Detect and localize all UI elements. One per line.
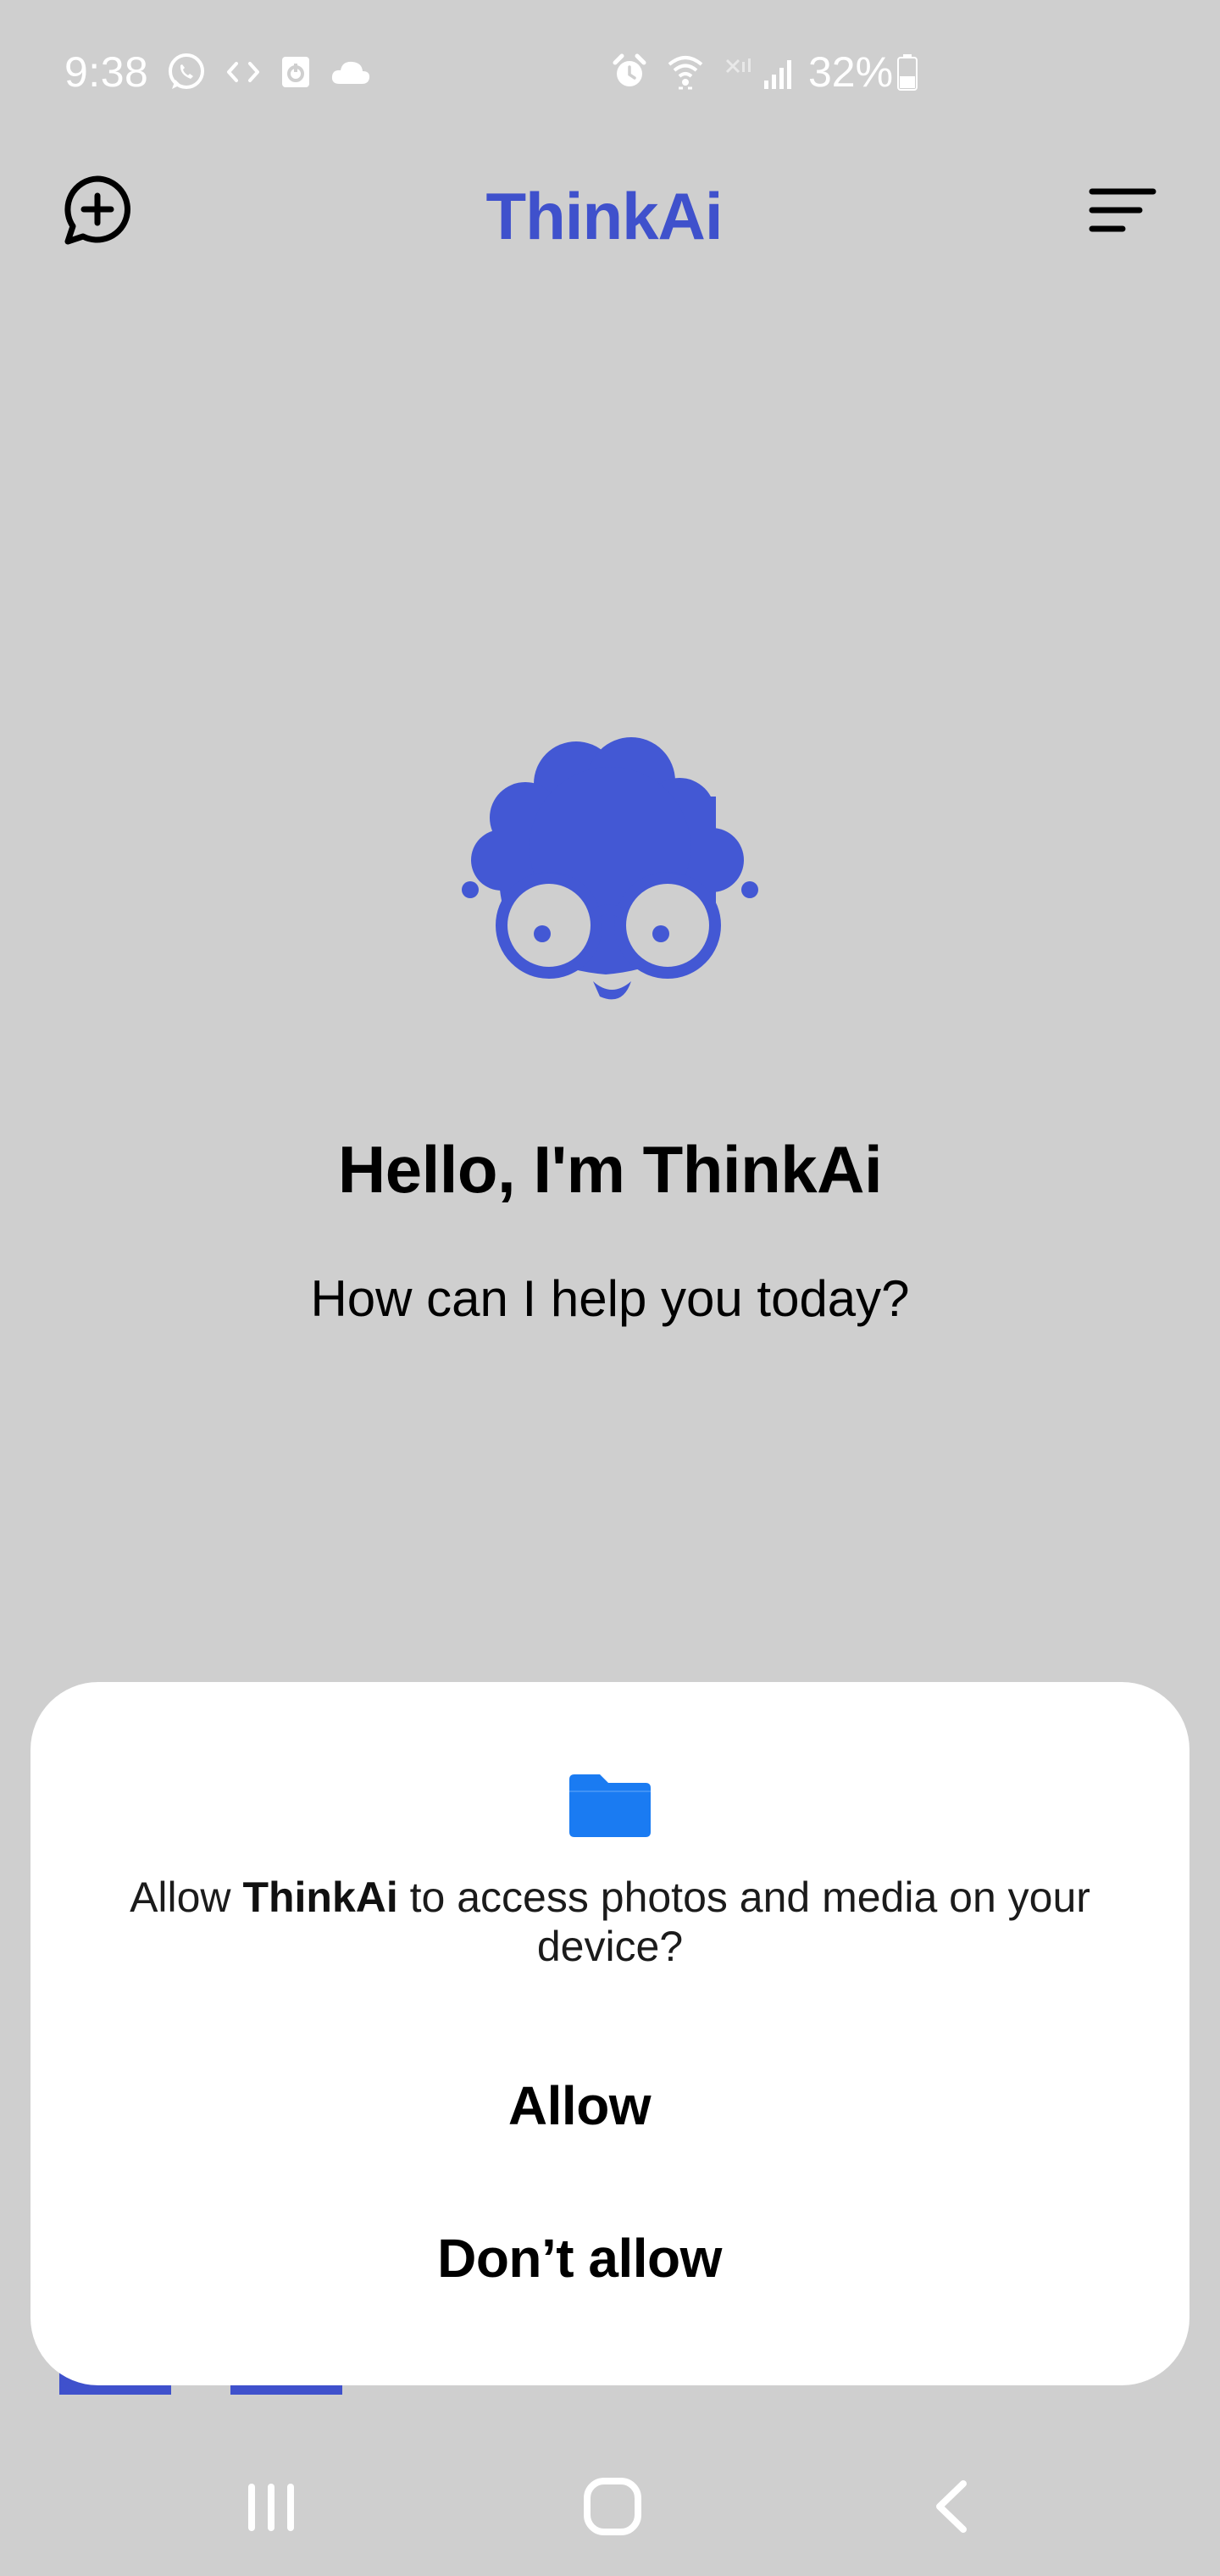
allow-button[interactable]: Allow bbox=[156, 2042, 1003, 2169]
recents-button[interactable] bbox=[220, 2466, 322, 2551]
mobile-data-off-icon bbox=[722, 55, 756, 89]
menu-icon bbox=[1089, 185, 1156, 240]
app-header: ThinkAi bbox=[0, 161, 1220, 263]
app-notification-icon bbox=[279, 53, 313, 91]
back-icon bbox=[928, 2477, 979, 2540]
menu-button[interactable] bbox=[1084, 182, 1161, 242]
dialog-message-suffix: to access photos and media on your devic… bbox=[397, 1874, 1090, 1970]
status-bar-left: 9:38 bbox=[64, 42, 372, 102]
thinkai-mascot-logo bbox=[458, 737, 762, 1017]
alarm-icon bbox=[610, 53, 649, 92]
code-icon bbox=[225, 55, 262, 89]
home-button[interactable] bbox=[562, 2466, 663, 2551]
dont-allow-button[interactable]: Don’t allow bbox=[156, 2195, 1003, 2322]
navigation-bar bbox=[0, 2449, 1220, 2559]
home-icon bbox=[580, 2474, 645, 2543]
dialog-message: Allow ThinkAi to access photos and media… bbox=[115, 1873, 1105, 1971]
status-time: 9:38 bbox=[64, 48, 149, 96]
battery-icon bbox=[896, 53, 918, 92]
dialog-app-name: ThinkAi bbox=[242, 1874, 398, 1921]
greeting-subtitle: How can I help you today? bbox=[310, 1270, 910, 1327]
battery-percentage: 32% bbox=[808, 48, 894, 96]
recents-icon bbox=[241, 2477, 301, 2540]
greeting-title: Hello, I'm ThinkAi bbox=[337, 1132, 883, 1207]
cloud-icon bbox=[330, 57, 372, 87]
signal-icon bbox=[762, 53, 796, 91]
wifi-icon bbox=[666, 51, 705, 93]
status-bar-right: 32% bbox=[593, 42, 918, 102]
status-bar: 9:38 32% bbox=[0, 34, 1220, 110]
back-button[interactable] bbox=[902, 2466, 1004, 2551]
folder-icon bbox=[568, 1771, 652, 1839]
dialog-message-prefix: Allow bbox=[130, 1874, 243, 1921]
app-title: ThinkAi bbox=[485, 179, 724, 253]
whatsapp-icon bbox=[165, 51, 208, 93]
